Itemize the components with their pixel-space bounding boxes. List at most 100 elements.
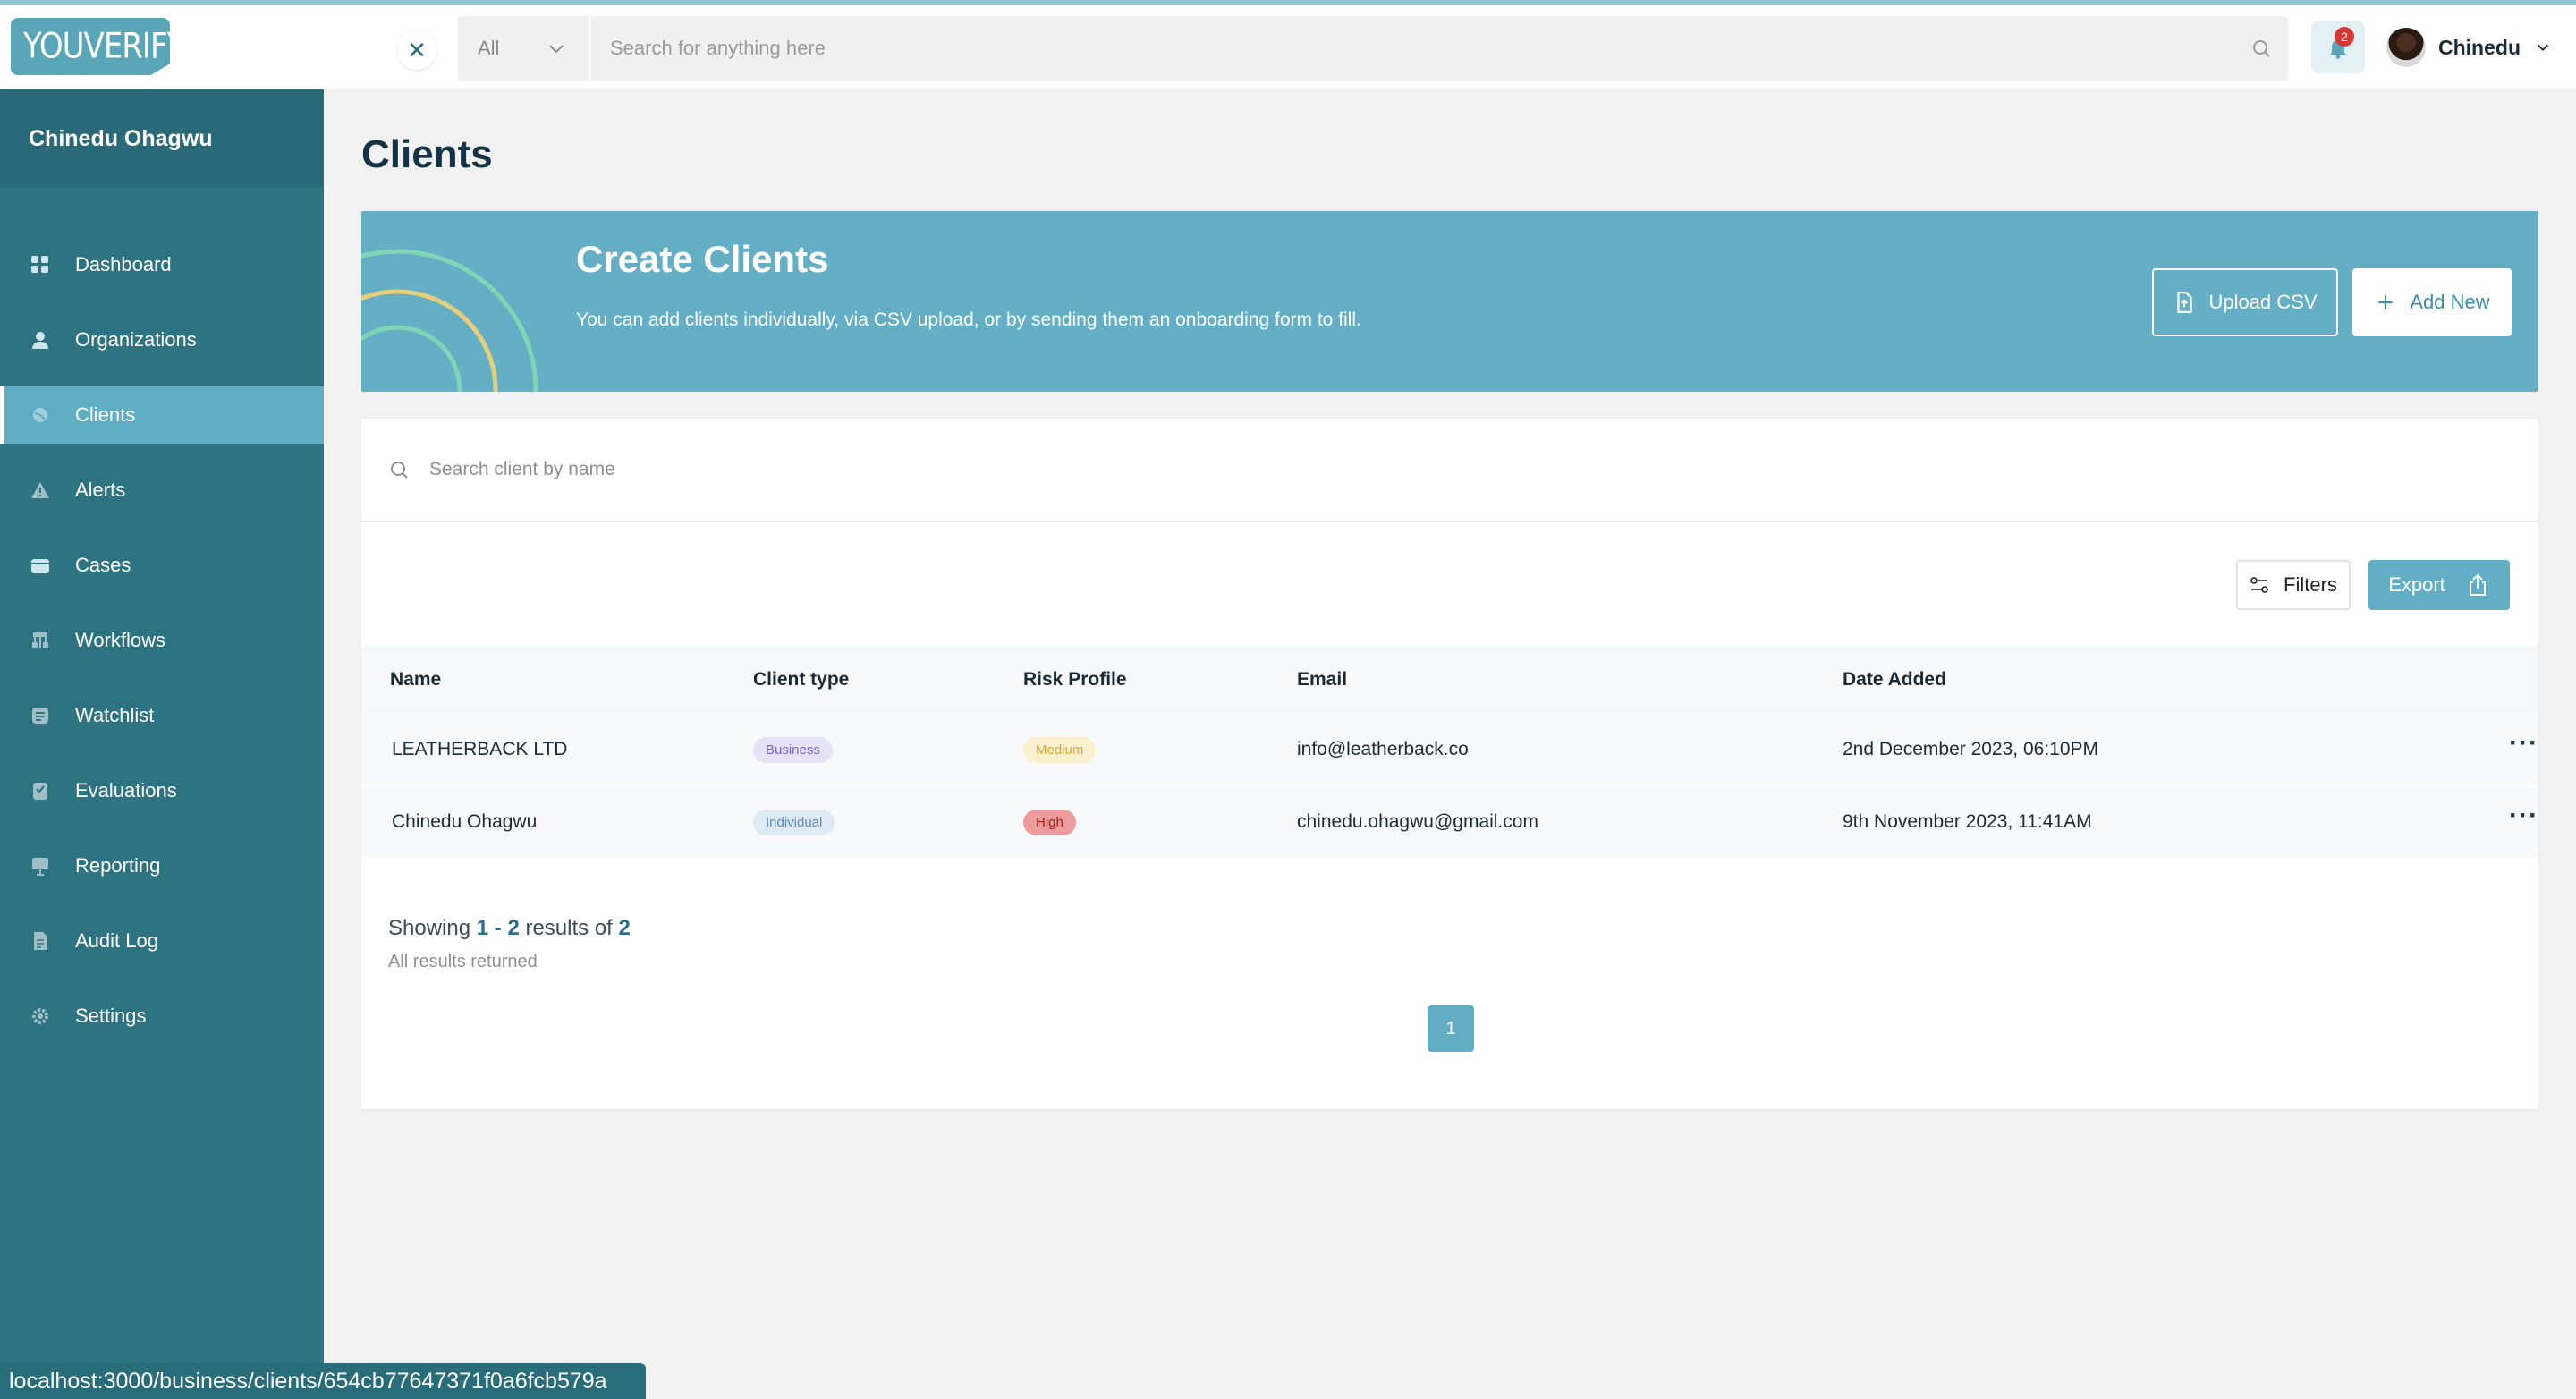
client-search-input[interactable] [429,459,2538,480]
table-row[interactable]: LEATHERBACK LTD Business Medium info@lea… [361,714,2538,785]
risk-profile-badge: High [1023,809,1076,835]
sidebar-item-evaluations[interactable]: Evaluations [0,762,324,819]
page-title: Clients [361,132,493,176]
client-email: info@leatherback.co [1297,739,1469,759]
globe-icon [30,405,50,425]
search-submit-button[interactable] [2234,38,2288,59]
sidebar-item-label: Audit Log [75,929,158,952]
upload-csv-label: Upload CSV [2208,291,2318,313]
chevron-down-icon [549,45,564,54]
client-type-badge: Individual [753,809,835,835]
sidebar-item-clients[interactable]: Clients [0,386,324,444]
clients-table: Name Client type Risk Profile Email Date… [361,646,2538,857]
gear-icon [30,1006,50,1026]
folder-icon [30,555,50,575]
sidebar-item-label: Evaluations [75,779,177,801]
row-actions-menu-icon[interactable]: ··· [2509,730,2538,760]
results-count: Showing 1 - 2 results of 2 [388,916,631,940]
banner-title: Create Clients [576,238,829,280]
pagination-page-button[interactable]: 1 [1428,1005,1474,1052]
sidebar-item-watchlist[interactable]: Watchlist [0,687,324,744]
sidebar-item-label: Alerts [75,479,126,501]
sidebar: Chinedu Ohagwu Dashboard Organizations C… [0,89,324,1399]
sidebar-item-label: Clients [75,403,136,426]
column-header-client-type[interactable]: Client type [753,669,1023,691]
search-scope-select[interactable]: All [458,16,590,81]
filter-sliders-icon [2250,577,2268,593]
table-header: Name Client type Risk Profile Email Date… [361,646,2538,714]
sidebar-item-label: Watchlist [75,704,155,726]
file-upload-icon [2177,292,2193,313]
brand-logo[interactable]: YOUVERIFY [11,18,170,75]
export-button[interactable]: Export [2368,560,2510,610]
table-row[interactable]: Chinedu Ohagwu Individual High chinedu.o… [361,785,2538,857]
client-type-badge: Business [753,736,833,763]
share-export-icon [2469,573,2486,596]
sidebar-item-label: Settings [75,1005,147,1027]
sidebar-nav: Dashboard Organizations Clients Alerts C… [0,236,324,1045]
list-icon [30,706,50,725]
sidebar-item-label: Cases [75,554,131,576]
avatar [2386,28,2426,67]
sidebar-item-alerts[interactable]: Alerts [0,462,324,519]
filters-label: Filters [2284,573,2337,596]
filters-button[interactable]: Filters [2236,560,2351,610]
results-summary: Showing 1 - 2 results of 2 All results r… [388,916,631,972]
column-header-name[interactable]: Name [361,669,753,691]
warning-icon [30,480,50,500]
export-label: Export [2388,573,2445,596]
sidebar-item-reporting[interactable]: Reporting [0,837,324,895]
document-icon [30,931,50,951]
sidebar-item-label: Workflows [75,629,166,651]
clipboard-icon [30,781,50,801]
sidebar-item-cases[interactable]: Cases [0,537,324,594]
risk-profile-badge: Medium [1023,736,1097,763]
sidebar-item-label: Organizations [75,328,197,351]
sidebar-item-dashboard[interactable]: Dashboard [0,236,324,293]
client-name[interactable]: LEATHERBACK LTD [361,739,753,760]
banner-decoration [361,249,538,392]
user-name: Chinedu [2438,35,2521,59]
clients-panel: Filters Export Name Client type Risk Pro… [361,419,2538,1109]
search-icon [2253,40,2270,57]
sidebar-item-audit-log[interactable]: Audit Log [0,912,324,970]
search-scope-value: All [478,37,500,59]
user-menu[interactable]: Chinedu [2386,23,2553,72]
close-icon: ✕ [407,36,427,64]
chevron-down-icon [2537,44,2549,52]
column-header-date-added[interactable]: Date Added [1843,669,2397,691]
sidebar-item-label: Dashboard [75,253,172,276]
global-search-input[interactable] [590,16,2234,81]
top-bar: YOUVERIFY ✕ All 2 Chinedu [0,5,2576,89]
banner-description: You can add clients individually, via CS… [576,309,1361,330]
client-date-added: 9th November 2023, 11:41AM [1843,811,2092,832]
client-email: chinedu.ohagwu@gmail.com [1297,811,1538,832]
notification-count-badge: 2 [2334,27,2354,47]
row-actions-menu-icon[interactable]: ··· [2509,802,2538,833]
add-new-label: Add New [2410,291,2490,313]
grid-icon [30,255,50,275]
close-search-button[interactable]: ✕ [397,30,436,70]
column-header-risk-profile[interactable]: Risk Profile [1023,669,1297,691]
workflow-icon [30,631,50,650]
client-date-added: 2nd December 2023, 06:10PM [1843,739,2099,759]
global-search-bar: All [458,16,2288,81]
search-icon [391,462,408,479]
sidebar-item-organizations[interactable]: Organizations [0,311,324,369]
upload-csv-button[interactable]: Upload CSV [2152,268,2338,336]
person-icon [30,330,50,350]
results-note: All results returned [388,952,538,971]
sidebar-item-label: Reporting [75,854,161,877]
notifications-button[interactable]: 2 [2311,21,2365,73]
status-bar-url: localhost:3000/business/clients/654cb776… [0,1363,646,1399]
presentation-icon [30,856,50,876]
plus-icon [2378,295,2393,309]
sidebar-item-workflows[interactable]: Workflows [0,612,324,669]
column-header-email[interactable]: Email [1297,669,1843,691]
add-new-client-button[interactable]: Add New [2352,268,2512,336]
sidebar-item-settings[interactable]: Settings [0,988,324,1045]
sidebar-org-name: Chinedu Ohagwu [0,89,324,188]
create-clients-banner: Create Clients You can add clients indiv… [361,211,2538,392]
client-name[interactable]: Chinedu Ohagwu [361,811,753,833]
client-search-bar [361,419,2538,522]
